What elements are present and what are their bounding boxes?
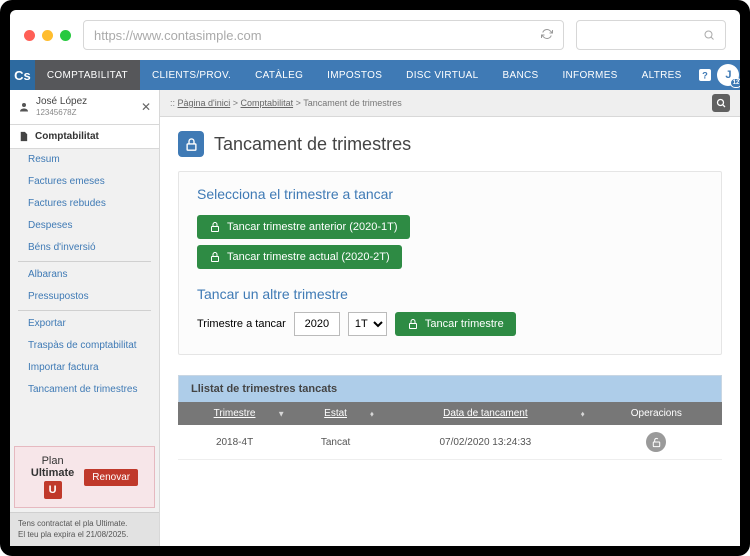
col-estat[interactable]: Estat♦ [291,402,380,425]
lock-icon [178,131,204,157]
avatar-badge: 12 [730,78,740,88]
quarter-label: Trimestre a tancar [197,318,286,330]
cell-date: 07/02/2020 13:24:33 [380,425,591,460]
window-min-dot[interactable] [42,30,53,41]
nav-disc[interactable]: DISC VIRTUAL [394,60,490,90]
url-text: https://www.contasimple.com [94,28,262,43]
sidebar-item[interactable]: Factures emeses [10,171,159,193]
search-icon [703,29,715,41]
app-logo[interactable]: Cs [10,60,35,90]
lock-icon [209,221,221,233]
nav-impostos[interactable]: IMPOSTOS [315,60,394,90]
sidebar-item[interactable]: Traspàs de comptabilitat [10,335,159,357]
close-quarter-button[interactable]: Tancar trimestre [395,312,516,336]
sidebar-item[interactable]: Tancament de trimestres [10,379,159,401]
close-current-quarter-button[interactable]: Tancar trimestre actual (2020-2T) [197,245,402,269]
nav-cataleg[interactable]: CATÀLEG [243,60,315,90]
user-id: 12345678Z [36,108,135,118]
renew-button[interactable]: Renovar [84,469,138,486]
window-max-dot[interactable] [60,30,71,41]
window-close-dot[interactable] [24,30,35,41]
col-data[interactable]: Data de tancament♦ [380,402,591,425]
sidebar-item[interactable]: Béns d'inversió [10,237,159,259]
section-select-heading: Selecciona el trimestre a tancar [197,186,703,202]
sidebar-item[interactable]: Pressupostos [10,286,159,308]
nav-clients[interactable]: CLIENTS/PROV. [140,60,243,90]
sort-icon: ♦ [581,409,585,418]
sidebar-item[interactable]: Factures rebudes [10,193,159,215]
sort-desc-icon: ▼ [277,409,285,418]
main-content: :: Pàgina d'inici > Comptabilitat > Tanc… [160,90,740,546]
section-other-heading: Tancar un altre trimestre [197,286,703,302]
unlock-button[interactable] [646,432,666,452]
plan-footer: Tens contractat el pla Ultimate. El teu … [10,512,159,546]
sidebar-item[interactable]: Exportar [10,313,159,335]
closed-quarters-table: Trimestre▼ Estat♦ Data de tancament♦ Ope… [178,402,722,460]
search-button[interactable] [712,94,730,112]
url-bar[interactable]: https://www.contasimple.com [83,20,564,50]
lock-icon [407,318,419,330]
crumb-home[interactable]: Pàgina d'inici [178,98,231,108]
nav-altres[interactable]: ALTRES [630,60,694,90]
table-row: 2018-4T Tancat 07/02/2020 13:24:33 [178,425,722,460]
user-icon [18,101,30,113]
plan-badge: U [44,481,62,499]
top-nav: Cs COMPTABILITAT CLIENTS/PROV. CATÀLEG I… [10,60,740,90]
browser-chrome: https://www.contasimple.com [10,10,740,60]
close-icon[interactable]: ✕ [141,100,151,114]
user-card: José López 12345678Z ✕ [10,90,159,125]
crumb-current: Tancament de trimestres [303,98,402,108]
cell-trimestre: 2018-4T [178,425,291,460]
quarter-select[interactable]: 1T [348,312,387,336]
page-title: Tancament de trimestres [214,134,411,155]
table-caption: Llistat de trimestres tancats [178,375,722,402]
sidebar: José López 12345678Z ✕ Comptabilitat Res… [10,90,160,546]
sidebar-item[interactable]: Despeses [10,215,159,237]
document-icon [18,131,29,142]
panel-actions: Selecciona el trimestre a tancar Tancar … [178,171,722,355]
refresh-icon[interactable] [541,28,553,43]
sidebar-item[interactable]: Resum [10,149,159,171]
unlock-icon [651,437,662,448]
plan-name: Ultimate [31,467,74,479]
svg-text:?: ? [702,70,708,80]
chrome-search-box[interactable] [576,20,726,50]
nav-bancs[interactable]: BANCS [491,60,551,90]
plan-box: Plan Ultimate U Renovar [14,446,155,508]
lock-icon [209,251,221,263]
sidebar-item[interactable]: Importar factura [10,357,159,379]
year-input[interactable] [294,312,340,336]
cell-estat: Tancat [291,425,380,460]
close-previous-quarter-button[interactable]: Tancar trimestre anterior (2020-1T) [197,215,410,239]
help-icon[interactable]: ? [694,60,717,90]
user-avatar[interactable]: J 12 [717,60,740,90]
plan-label: Plan [31,455,74,467]
nav-comptabilitat[interactable]: COMPTABILITAT [35,60,140,90]
sidebar-section-header: Comptabilitat [10,125,159,149]
col-trimestre[interactable]: Trimestre▼ [178,402,291,425]
cell-ops [591,425,722,460]
col-operacions: Operacions [591,402,722,425]
breadcrumb: :: Pàgina d'inici > Comptabilitat > Tanc… [160,90,740,117]
sort-icon: ♦ [370,409,374,418]
user-name: José López [36,96,135,108]
sidebar-item[interactable]: Albarans [10,264,159,286]
crumb-section[interactable]: Comptabilitat [241,98,294,108]
nav-informes[interactable]: INFORMES [550,60,629,90]
